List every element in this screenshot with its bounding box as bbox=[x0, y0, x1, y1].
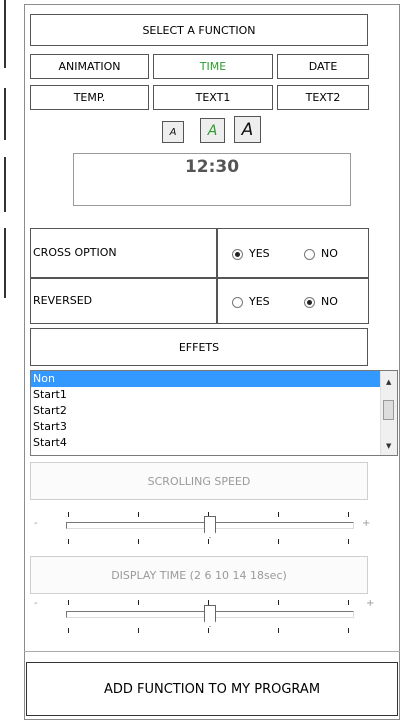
cross-option-yes[interactable]: YES bbox=[232, 247, 270, 260]
function-text1-button[interactable]: TEXT1 bbox=[153, 85, 273, 110]
function-label: ANIMATION bbox=[58, 60, 121, 73]
radio-unselected-icon[interactable] bbox=[232, 296, 243, 308]
footer-divider bbox=[24, 651, 400, 652]
add-function-label: ADD FUNCTION TO MY PROGRAM bbox=[103, 681, 321, 697]
cross-option-label-cell: CROSS OPTION bbox=[30, 228, 217, 278]
slider-tick bbox=[348, 539, 349, 544]
slider-thumb[interactable] bbox=[204, 605, 216, 627]
slider-tick bbox=[68, 539, 69, 544]
window-edge-line bbox=[4, 228, 6, 298]
slider-minus-label: - bbox=[34, 598, 38, 609]
function-label: DATE bbox=[308, 60, 338, 73]
list-item[interactable]: Start3 bbox=[31, 419, 397, 435]
scroll-up-icon[interactable]: ▲ bbox=[386, 378, 391, 386]
add-function-button[interactable]: ADD FUNCTION TO MY PROGRAM bbox=[26, 662, 398, 716]
list-item[interactable]: Non bbox=[31, 371, 397, 387]
slider-tick bbox=[278, 628, 279, 633]
slider-tick bbox=[138, 600, 139, 605]
font-size-medium-label: A bbox=[207, 122, 218, 139]
slider-tick bbox=[138, 628, 139, 633]
slider-tick bbox=[348, 628, 349, 633]
display-time-slider[interactable]: - + bbox=[30, 598, 374, 638]
effects-scrollbar[interactable]: ▲ ▼ bbox=[380, 371, 397, 455]
window-edge-line bbox=[4, 0, 6, 68]
slider-tick bbox=[348, 600, 349, 605]
cross-option-yes-label: YES bbox=[249, 247, 270, 260]
time-display-box[interactable]: 12:30 bbox=[73, 153, 351, 206]
reversed-label: REVERSED bbox=[33, 294, 93, 307]
slider-tick bbox=[68, 600, 69, 605]
function-temp-button[interactable]: TEMP. bbox=[30, 85, 149, 110]
function-animation-button[interactable]: ANIMATION bbox=[30, 54, 149, 79]
slider-plus-label: + bbox=[362, 518, 371, 529]
slider-tick bbox=[68, 512, 69, 517]
slider-tick bbox=[278, 512, 279, 517]
reversed-yes[interactable]: YES bbox=[232, 295, 270, 308]
radio-unselected-icon[interactable] bbox=[304, 248, 315, 260]
list-item[interactable]: Start4 bbox=[31, 435, 397, 451]
display-time-label: DISPLAY TIME (2 6 10 14 18sec) bbox=[30, 556, 368, 594]
reversed-choice-cell: YES NO bbox=[217, 278, 369, 324]
function-label: TIME bbox=[199, 60, 227, 73]
reversed-no-label: NO bbox=[321, 295, 338, 308]
function-date-button[interactable]: DATE bbox=[277, 54, 369, 79]
window-edge-line bbox=[4, 88, 6, 140]
time-display-value: 12:30 bbox=[184, 157, 240, 177]
display-time-label-text: DISPLAY TIME (2 6 10 14 18sec) bbox=[111, 568, 287, 582]
header-title: SELECT A FUNCTION bbox=[142, 23, 256, 37]
scrolling-speed-slider[interactable]: - + bbox=[30, 508, 371, 548]
function-label: TEMP. bbox=[73, 91, 106, 104]
cross-option-no[interactable]: NO bbox=[304, 247, 338, 260]
slider-tick bbox=[348, 512, 349, 517]
slider-minus-label: - bbox=[34, 518, 38, 529]
font-size-small-label: A bbox=[169, 126, 177, 138]
effects-listbox[interactable]: Non Start1 Start2 Start3 Start4 ▲ ▼ bbox=[30, 370, 398, 456]
slider-tick bbox=[208, 628, 209, 633]
effects-header: EFFETS bbox=[30, 328, 368, 366]
function-text2-button[interactable]: TEXT2 bbox=[277, 85, 369, 110]
radio-selected-icon[interactable] bbox=[304, 296, 315, 308]
scrolling-speed-label: SCROLLING SPEED bbox=[30, 462, 368, 500]
function-label: TEXT1 bbox=[195, 91, 231, 104]
font-size-small-button[interactable]: A bbox=[162, 121, 184, 143]
window-edge-line bbox=[4, 157, 6, 212]
scroll-down-icon[interactable]: ▼ bbox=[386, 442, 391, 450]
cross-option-choice-cell: YES NO bbox=[217, 228, 369, 278]
scrolling-speed-label-text: SCROLLING SPEED bbox=[147, 474, 251, 488]
reversed-label-cell: REVERSED bbox=[30, 278, 217, 324]
font-size-large-button[interactable]: A bbox=[234, 116, 261, 143]
reversed-no[interactable]: NO bbox=[304, 295, 338, 308]
radio-selected-icon[interactable] bbox=[232, 248, 243, 260]
slider-thumb[interactable] bbox=[204, 516, 216, 538]
slider-tick bbox=[68, 628, 69, 633]
list-item[interactable]: Start1 bbox=[31, 387, 397, 403]
slider-plus-label: + bbox=[366, 598, 375, 609]
scrollbar-thumb[interactable] bbox=[383, 400, 394, 420]
slider-tick bbox=[208, 600, 209, 605]
slider-tick bbox=[138, 512, 139, 517]
slider-tick bbox=[278, 600, 279, 605]
slider-tick bbox=[208, 539, 209, 544]
reversed-yes-label: YES bbox=[249, 295, 270, 308]
function-time-button[interactable]: TIME bbox=[153, 54, 273, 79]
cross-option-no-label: NO bbox=[321, 247, 338, 260]
slider-tick bbox=[138, 539, 139, 544]
slider-tick bbox=[278, 539, 279, 544]
list-item[interactable]: Start2 bbox=[31, 403, 397, 419]
select-function-header: SELECT A FUNCTION bbox=[30, 14, 368, 46]
font-size-large-label: A bbox=[241, 119, 254, 140]
function-label: TEXT2 bbox=[305, 91, 341, 104]
cross-option-label: CROSS OPTION bbox=[33, 246, 117, 259]
effects-header-label: EFFETS bbox=[178, 340, 220, 354]
font-size-medium-button[interactable]: A bbox=[200, 118, 225, 143]
